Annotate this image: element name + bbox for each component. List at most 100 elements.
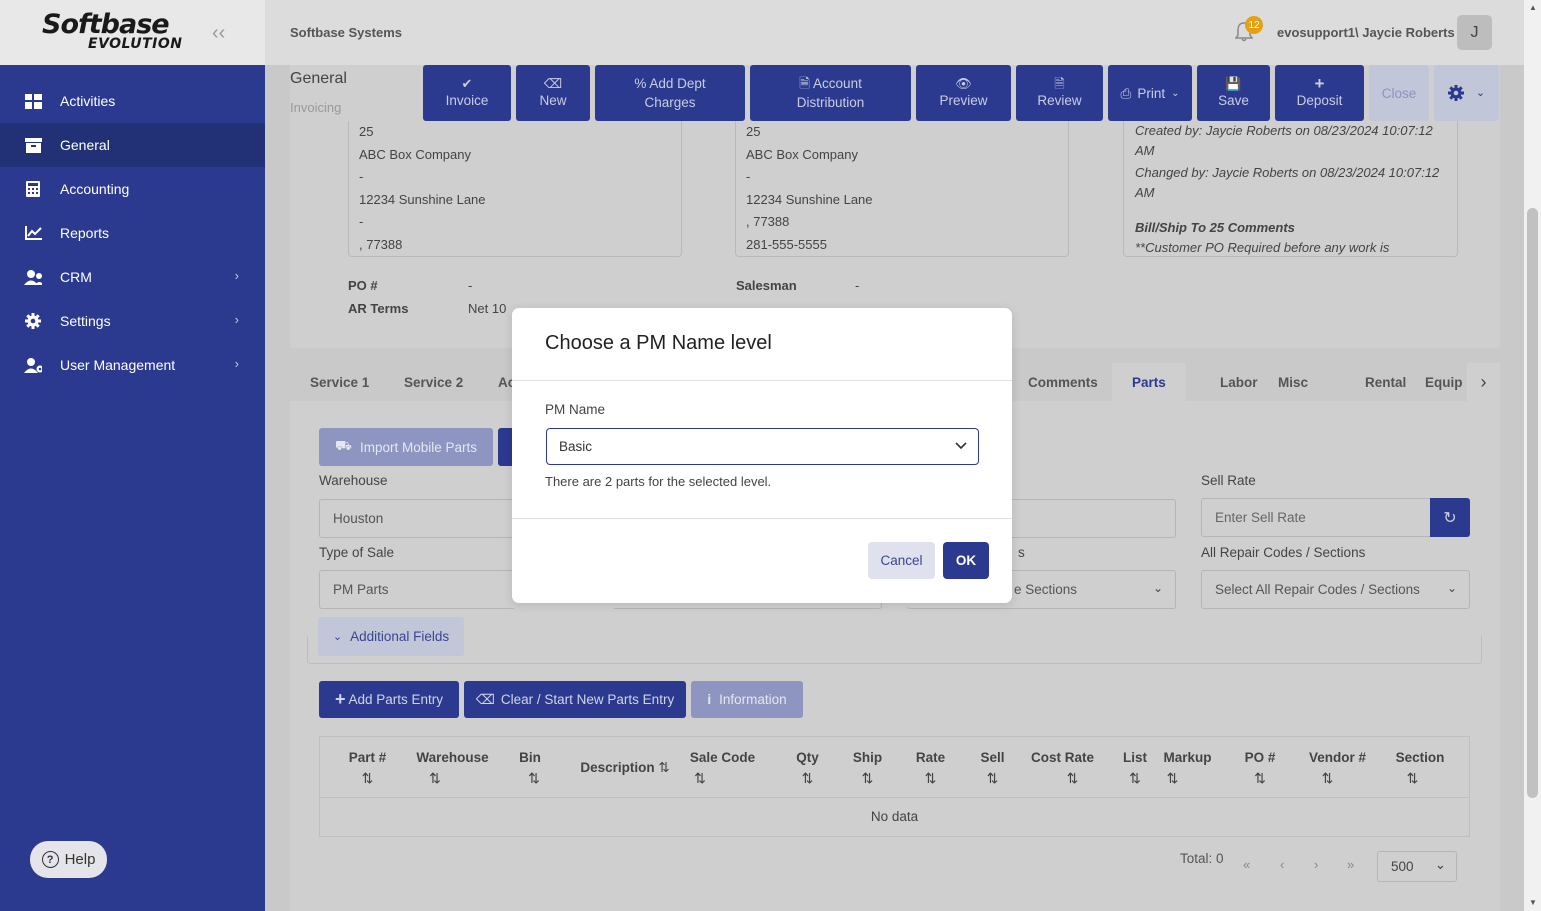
invoice-button[interactable]: ✔ Invoice xyxy=(423,65,511,121)
add-dept-charges-button[interactable]: % Add Dept Charges xyxy=(595,65,745,121)
sidebar-item-user-management[interactable]: User Management › xyxy=(0,343,265,387)
save-button[interactable]: 💾 Save xyxy=(1197,65,1270,121)
page-subtitle: Invoicing xyxy=(290,100,342,115)
sell-rate-input[interactable]: Enter Sell Rate xyxy=(1201,498,1431,537)
ar-terms-label: AR Terms xyxy=(348,301,409,316)
pm-name-label: PM Name xyxy=(545,402,606,417)
brand-area: Softbase EVOLUTION ‹‹ xyxy=(0,0,265,65)
page-scrollbar[interactable]: ▲ ▼ xyxy=(1524,0,1541,911)
ship-to-address: 25 ABC Box Company - 12234 Sunshine Lane… xyxy=(735,121,1069,257)
info-icon: i xyxy=(707,692,712,707)
print-button[interactable]: ⎙ Print ⌄ xyxy=(1108,65,1192,121)
tab-service-2[interactable]: Service 2 xyxy=(384,363,483,401)
po-label: PO # xyxy=(348,278,378,293)
deposit-button[interactable]: + Deposit xyxy=(1275,65,1364,121)
notifications-button[interactable]: 12 xyxy=(1234,16,1263,45)
clear-parts-entry-button[interactable]: ⌫ Clear / Start New Parts Entry xyxy=(464,681,686,718)
sort-icon: ⇅ xyxy=(924,770,937,786)
help-button[interactable]: ? Help xyxy=(30,841,107,878)
add-parts-entry-button[interactable]: + Add Parts Entry xyxy=(319,681,459,718)
bill-to-address: 25 ABC Box Company - 12234 Sunshine Lane… xyxy=(348,121,682,257)
ok-button[interactable]: OK xyxy=(943,542,989,579)
field-partial[interactable] xyxy=(990,499,1176,538)
close-button[interactable]: Close xyxy=(1369,65,1429,121)
prev-page-icon[interactable]: ‹ xyxy=(1280,857,1284,872)
tabs-scroll-right-button[interactable]: › xyxy=(1467,363,1500,401)
tab-misc[interactable]: Misc xyxy=(1258,363,1328,401)
account-distribution-button[interactable]: 🗎 Account Distribution xyxy=(750,65,911,121)
last-page-icon[interactable]: » xyxy=(1347,857,1354,872)
sidebar-nav: Activities General Accounting Reports CR… xyxy=(0,79,265,387)
scroll-up-icon[interactable]: ▲ xyxy=(1529,3,1537,12)
empty-table-message: No data xyxy=(870,809,919,824)
file-icon: 🗎 xyxy=(799,76,814,91)
sidebar-item-reports[interactable]: Reports xyxy=(0,211,265,255)
refresh-sell-rate-button[interactable]: ↻ xyxy=(1430,498,1470,537)
col-list[interactable]: List ⇅ xyxy=(1120,747,1150,789)
additional-fields-toggle[interactable]: ⌄ Additional Fields xyxy=(318,617,464,656)
gear-icon xyxy=(24,313,42,329)
information-button[interactable]: i Information xyxy=(691,681,803,718)
check-icon: ✔ xyxy=(461,76,473,91)
next-page-icon[interactable]: › xyxy=(1314,857,1318,872)
gear-icon xyxy=(1447,85,1464,101)
sidebar-item-general[interactable]: General xyxy=(0,123,265,167)
type-of-sale-select[interactable]: PM Parts xyxy=(319,570,514,609)
tab-service-1[interactable]: Service 1 xyxy=(290,363,389,401)
plus-icon: + xyxy=(334,689,346,709)
scroll-down-icon[interactable]: ▼ xyxy=(1529,898,1537,907)
col-description[interactable]: Description ⇅ xyxy=(570,757,680,778)
toolbar-button-partial[interactable] xyxy=(498,428,512,466)
sort-icon: ⇅ xyxy=(1254,770,1266,786)
chevron-right-icon: › xyxy=(1480,371,1487,392)
percent-icon: % xyxy=(634,76,650,91)
page-size-select[interactable]: 500 ⌄ xyxy=(1377,851,1457,882)
col-ship[interactable]: Ship ⇅ xyxy=(850,747,885,789)
col-bin[interactable]: Bin ⇅ xyxy=(515,747,545,789)
sidebar-item-accounting[interactable]: Accounting xyxy=(0,167,265,211)
eraser-icon: ⌫ xyxy=(543,76,563,91)
import-mobile-parts-button[interactable]: ⛟ Import Mobile Parts xyxy=(319,428,493,466)
col-po-number[interactable]: PO # ⇅ xyxy=(1240,747,1280,789)
cancel-button[interactable]: Cancel xyxy=(868,542,935,579)
eraser-icon: ⌫ xyxy=(475,691,495,707)
grid-icon xyxy=(24,93,42,109)
users-icon xyxy=(24,269,42,285)
collapse-sidebar-icon[interactable]: ‹‹ xyxy=(212,22,225,45)
col-cost-rate[interactable]: Cost Rate ⇅ xyxy=(1025,747,1100,789)
avatar[interactable]: J xyxy=(1457,15,1492,50)
new-button[interactable]: ⌫ New xyxy=(516,65,590,121)
repair-codes-select[interactable]: Select All Repair Codes / Sections ⌄ xyxy=(1201,570,1470,609)
col-part-number[interactable]: Part # ⇅ xyxy=(340,747,395,789)
col-rate[interactable]: Rate ⇅ xyxy=(913,747,948,789)
col-section[interactable]: Section ⇅ xyxy=(1390,747,1450,789)
pm-name-select[interactable]: Basic xyxy=(546,428,979,465)
sidebar-item-activities[interactable]: Activities xyxy=(0,79,265,123)
ar-terms-value: Net 10 xyxy=(468,301,507,316)
warehouse-label: Warehouse xyxy=(319,473,388,488)
parts-table: Part # ⇅ Warehouse ⇅ Bin ⇅ Description ⇅ Sa… xyxy=(319,736,1470,837)
user-name[interactable]: evosupport1\ Jaycie Roberts xyxy=(1277,25,1455,40)
col-markup[interactable]: Markup ⇅ xyxy=(1160,747,1215,789)
settings-dropdown-button[interactable]: ⌄ xyxy=(1434,65,1499,121)
first-page-icon[interactable]: « xyxy=(1243,857,1250,872)
plus-icon: + xyxy=(1314,74,1325,93)
col-sale-code[interactable]: Sale Code ⇅ xyxy=(685,747,760,789)
col-vendor-number[interactable]: Vendor # ⇅ xyxy=(1305,747,1370,789)
tab-comments[interactable]: Comments xyxy=(1008,363,1118,401)
sidebar-item-settings[interactable]: Settings › xyxy=(0,299,265,343)
col-sell[interactable]: Sell ⇅ xyxy=(975,747,1010,789)
tab-parts[interactable]: Parts xyxy=(1112,363,1186,401)
sidebar: Softbase EVOLUTION ‹‹ Activities General… xyxy=(0,0,265,911)
col-qty[interactable]: Qty ⇅ xyxy=(790,747,825,789)
warehouse-select[interactable]: Houston xyxy=(319,499,514,538)
softbase-logo[interactable]: Softbase EVOLUTION xyxy=(42,11,182,52)
repair-codes-label: All Repair Codes / Sections xyxy=(1201,545,1366,560)
additional-fields-container xyxy=(307,636,1482,664)
preview-button[interactable]: 👁 Preview xyxy=(916,65,1011,121)
review-button[interactable]: 🗎 Review xyxy=(1016,65,1103,121)
sidebar-item-crm[interactable]: CRM › xyxy=(0,255,265,299)
scroll-thumb[interactable] xyxy=(1527,208,1538,798)
col-warehouse[interactable]: Warehouse ⇅ xyxy=(410,747,495,789)
chevron-down-icon: ⌄ xyxy=(1475,86,1486,99)
